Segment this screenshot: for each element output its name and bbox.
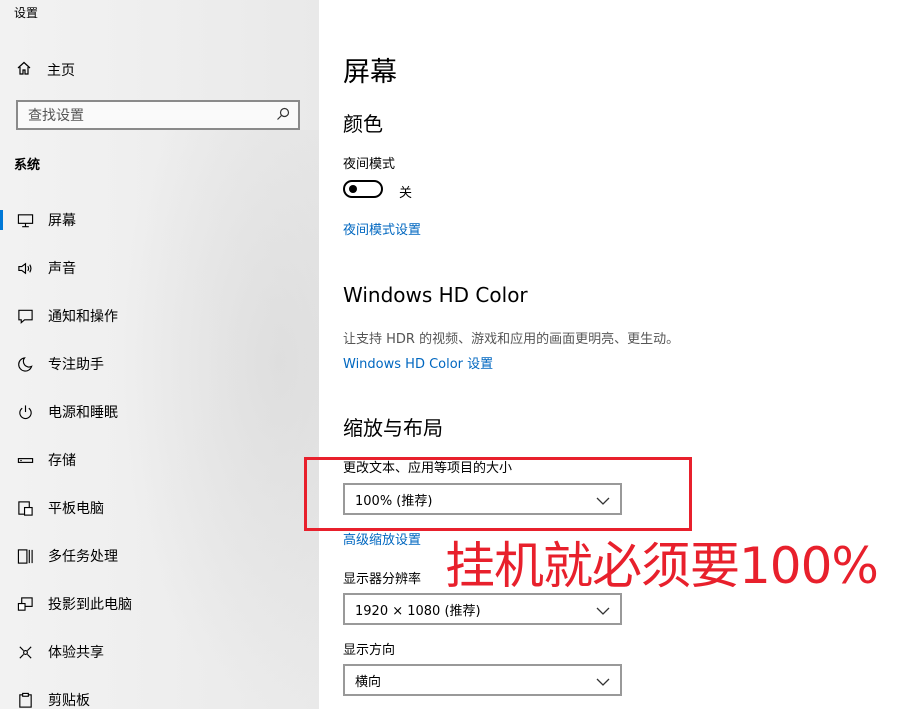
sidebar-item-multitasking[interactable]: 多任务处理 (0, 532, 319, 580)
search-input[interactable]: 查找设置 (18, 105, 276, 125)
sidebar: 设置 主页 查找设置 系统 屏幕 声音 通知和操作 专注助手 电源和睡眠 存储 … (0, 0, 319, 709)
search-icon[interactable] (276, 106, 298, 125)
home-label: 主页 (47, 63, 75, 79)
tablet-icon (16, 499, 34, 517)
color-heading: 颜色 (343, 112, 383, 136)
advanced-scaling-link[interactable]: 高级缩放设置 (343, 529, 421, 548)
sidebar-item-tablet[interactable]: 平板电脑 (0, 484, 319, 532)
sidebar-item-label: 剪贴板 (48, 693, 90, 709)
sidebar-item-storage[interactable]: 存储 (0, 436, 319, 484)
layout-heading: 缩放与布局 (343, 416, 443, 440)
storage-icon (16, 451, 34, 469)
sidebar-item-display[interactable]: 屏幕 (0, 196, 319, 244)
chevron-down-icon (596, 671, 620, 690)
sidebar-item-notifications[interactable]: 通知和操作 (0, 292, 319, 340)
speaker-icon (16, 259, 34, 277)
sidebar-item-sound[interactable]: 声音 (0, 244, 319, 292)
sidebar-item-label: 存储 (48, 453, 76, 469)
hdr-settings-link[interactable]: Windows HD Color 设置 (343, 353, 493, 372)
sidebar-nav: 屏幕 声音 通知和操作 专注助手 电源和睡眠 存储 平板电脑 多任务处理 投影到… (0, 196, 319, 709)
annotation-text: 挂机就必须要100% (445, 537, 879, 595)
chevron-down-icon (596, 600, 620, 619)
sidebar-item-label: 专注助手 (48, 357, 104, 373)
sidebar-item-focus-assist[interactable]: 专注助手 (0, 340, 319, 388)
orientation-dropdown[interactable]: 横向 (343, 664, 622, 696)
window-title: 设置 (14, 6, 39, 20)
sidebar-item-label: 体验共享 (48, 645, 104, 661)
hdr-description: 让支持 HDR 的视频、游戏和应用的画面更明亮、更生动。 (343, 332, 680, 347)
monitor-icon (16, 211, 34, 229)
night-mode-toggle[interactable] (343, 180, 383, 198)
moon-icon (16, 355, 34, 373)
clipboard-icon (16, 691, 34, 709)
home-icon (16, 60, 47, 80)
sidebar-item-label: 投影到此电脑 (48, 597, 132, 613)
orientation-value: 横向 (355, 674, 382, 690)
section-title: 系统 (14, 158, 41, 173)
sidebar-item-label: 屏幕 (48, 213, 76, 229)
night-mode-settings-link[interactable]: 夜间模式设置 (343, 219, 421, 238)
sidebar-item-label: 平板电脑 (48, 501, 104, 517)
sidebar-item-power[interactable]: 电源和睡眠 (0, 388, 319, 436)
sidebar-item-clipboard[interactable]: 剪贴板 (0, 676, 319, 709)
multitask-icon (16, 547, 34, 565)
project-icon (16, 595, 34, 613)
toggle-knob (349, 185, 357, 193)
page-title: 屏幕 (343, 57, 397, 88)
notification-icon (16, 307, 34, 325)
sidebar-item-project[interactable]: 投影到此电脑 (0, 580, 319, 628)
night-mode-label: 夜间模式 (343, 157, 396, 172)
search-box[interactable]: 查找设置 (16, 100, 300, 130)
sidebar-item-label: 多任务处理 (48, 549, 118, 565)
sidebar-item-shared-experiences[interactable]: 体验共享 (0, 628, 319, 676)
annotation-highlight-box (304, 457, 692, 531)
home-nav-item[interactable]: 主页 (16, 60, 75, 80)
resolution-label: 显示器分辨率 (343, 572, 422, 587)
orientation-label: 显示方向 (343, 643, 396, 658)
hdr-heading: Windows HD Color (343, 283, 528, 307)
resolution-value: 1920 × 1080 (推荐) (355, 603, 481, 619)
sidebar-item-label: 声音 (48, 261, 76, 277)
night-mode-state: 关 (399, 186, 413, 201)
share-icon (16, 643, 34, 661)
power-icon (16, 403, 34, 421)
sidebar-item-label: 通知和操作 (48, 309, 118, 325)
sidebar-item-label: 电源和睡眠 (48, 405, 118, 421)
main-content: 屏幕 颜色 夜间模式 关 夜间模式设置 Windows HD Color 让支持… (319, 0, 916, 709)
